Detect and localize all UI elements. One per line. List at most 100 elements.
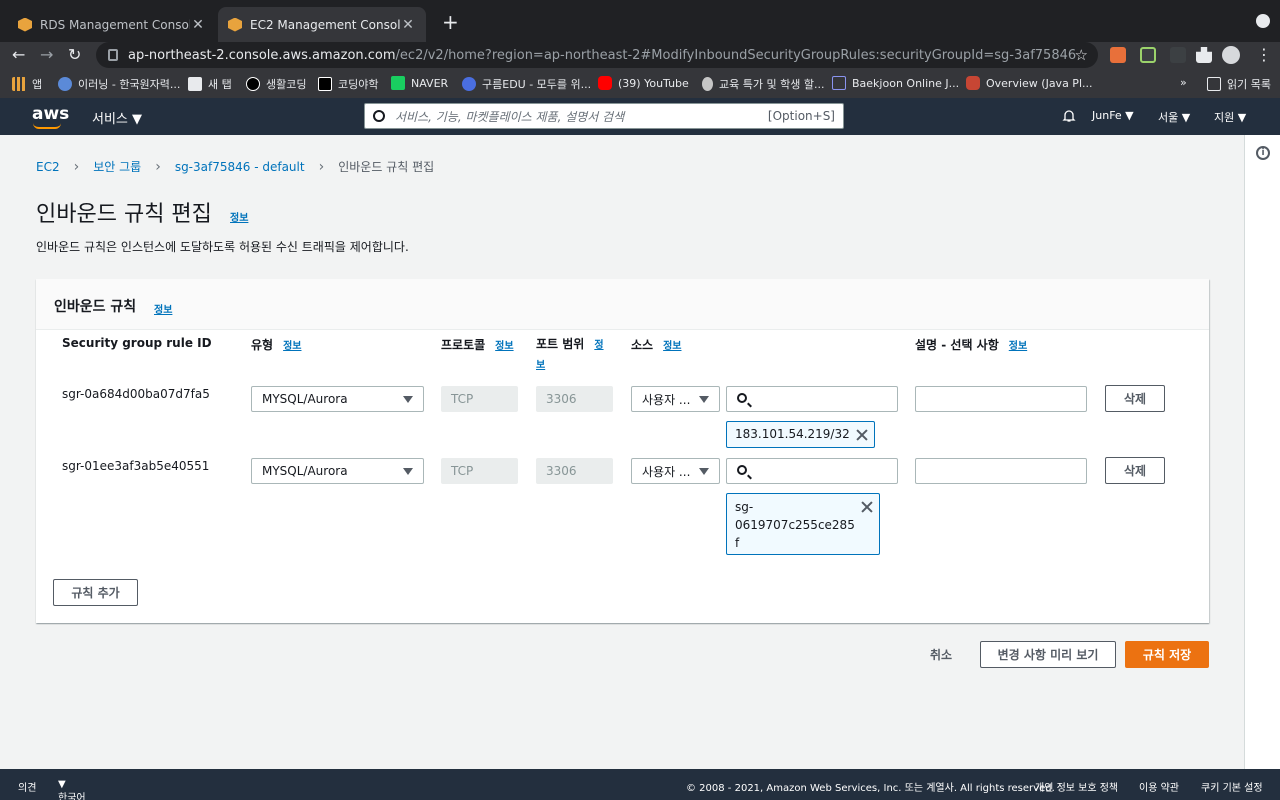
source-search-input[interactable] <box>726 458 898 484</box>
type-info-link[interactable]: 정보 <box>283 341 301 352</box>
port-range-field: 3306 <box>536 386 613 412</box>
container-header: 인바운드 규칙 정보 <box>36 279 1209 330</box>
bookmark-item[interactable]: 생활코딩 <box>246 76 306 92</box>
breadcrumb-security-group[interactable]: sg-3af75846 - default <box>175 160 305 174</box>
search-icon <box>737 465 747 475</box>
forward-icon[interactable]: → <box>40 45 53 64</box>
aws-logo[interactable]: aws <box>32 104 69 124</box>
apps-grid-icon <box>12 77 26 91</box>
cookie-preferences-link[interactable]: 쿠키 기본 설정 <box>1201 779 1263 794</box>
caret-down-icon: ▼ <box>132 112 143 127</box>
remove-token-icon[interactable] <box>861 501 873 513</box>
naver-icon <box>391 76 405 90</box>
close-icon[interactable]: ✕ <box>190 17 206 33</box>
browser-toolbar: ← → ↻ ap-northeast-2.console.aws.amazon.… <box>0 42 1280 70</box>
youtube-icon <box>598 76 612 90</box>
services-menu[interactable]: 서비스 ▼ <box>92 108 142 127</box>
type-select[interactable]: MYSQL/Aurora <box>251 458 424 484</box>
token-label-line: 0619707c255ce285 <box>735 518 855 532</box>
unified-search[interactable]: 서비스, 기능, 마켓플레이스 제품, 설명서 검색 [Option+S] <box>364 103 844 129</box>
bookmark-apps[interactable]: 앱 <box>12 76 42 92</box>
source-info-link[interactable]: 정보 <box>663 341 681 352</box>
bookmark-favicon-icon <box>246 77 260 91</box>
bookmark-item[interactable]: Baekjoon Online J... <box>832 76 959 90</box>
reading-list[interactable]: 읽기 목록 <box>1207 76 1271 92</box>
support-menu[interactable]: 지원 ▼ <box>1214 109 1246 125</box>
profile-avatar[interactable] <box>1222 46 1240 64</box>
bookmark-favicon-icon <box>462 77 476 91</box>
back-icon[interactable]: ← <box>12 45 25 64</box>
feedback-link[interactable]: 의견 <box>18 779 36 794</box>
description-input[interactable] <box>915 458 1087 484</box>
source-type-select[interactable]: 사용자 ... <box>631 458 720 484</box>
url-host: ap-northeast-2.console.aws.amazon.com <box>128 47 396 63</box>
source-token: sg- 0619707c255ce285 f <box>726 493 880 555</box>
extensions-puzzle-icon[interactable] <box>1196 47 1212 63</box>
delete-rule-button[interactable]: 삭제 <box>1105 457 1165 484</box>
bookmark-item[interactable]: 구름EDU - 모두를 위... <box>462 76 591 92</box>
privacy-link[interactable]: 개인 정보 보호 정책 <box>1035 779 1118 794</box>
breadcrumb-ec2[interactable]: EC2 <box>36 160 60 174</box>
column-header-type: 유형 정보 <box>251 338 302 352</box>
search-icon <box>373 110 385 122</box>
info-icon[interactable]: i <box>1256 146 1270 160</box>
source-type-select[interactable]: 사용자 ... <box>631 386 720 412</box>
close-icon[interactable]: ✕ <box>400 17 416 33</box>
language-selector[interactable]: 한국어 ▼ <box>58 779 86 800</box>
aws-cube-icon <box>18 17 32 32</box>
notifications-bell-icon[interactable] <box>1062 109 1076 123</box>
bookmark-item[interactable]: 교육 특가 및 학생 할... <box>702 76 824 92</box>
container-info-link[interactable]: 정보 <box>154 301 172 316</box>
cancel-button[interactable]: 취소 <box>930 646 952 663</box>
bookmark-item[interactable]: 새 탭 <box>188 76 232 92</box>
extension-icon[interactable] <box>1140 47 1156 63</box>
bookmarks-overflow[interactable]: » <box>1180 76 1187 89</box>
page-info-link[interactable]: 정보 <box>230 209 248 224</box>
reload-icon[interactable]: ↻ <box>68 45 81 64</box>
search-input[interactable]: 서비스, 기능, 마켓플레이스 제품, 설명서 검색 <box>395 108 768 125</box>
oracle-icon <box>966 76 980 90</box>
type-select[interactable]: MYSQL/Aurora <box>251 386 424 412</box>
add-rule-button[interactable]: 규칙 추가 <box>53 579 138 606</box>
extension-icon[interactable] <box>1110 47 1126 63</box>
bookmark-item[interactable]: NAVER <box>391 76 448 90</box>
source-search-input[interactable] <box>726 386 898 412</box>
bookmark-item[interactable]: 이러닝 - 한국원자력... <box>58 76 180 92</box>
region-menu[interactable]: 서울 ▼ <box>1158 109 1190 125</box>
delete-rule-button[interactable]: 삭제 <box>1105 385 1165 412</box>
new-tab-icon[interactable]: + <box>442 10 459 34</box>
column-header-port: 포트 범위 정보 <box>536 337 604 371</box>
tab-rds-console[interactable]: RDS Management Console ✕ <box>8 7 216 42</box>
bookmark-star-icon[interactable]: ☆ <box>1075 46 1088 64</box>
tab-search-icon[interactable] <box>1256 14 1270 28</box>
account-menu[interactable]: JunFe ▼ <box>1092 109 1134 122</box>
browser-tab-strip: RDS Management Console ✕ EC2 Management … <box>0 0 1280 42</box>
copyright: © 2008 - 2021, Amazon Web Services, Inc.… <box>686 783 1055 794</box>
description-input[interactable] <box>915 386 1087 412</box>
description-info-link[interactable]: 정보 <box>1009 341 1027 352</box>
inbound-rules-container: 인바운드 규칙 정보 Security group rule ID 유형 정보 프… <box>36 279 1209 623</box>
chevron-right-icon: › <box>73 158 80 175</box>
remove-token-icon[interactable] <box>856 429 868 441</box>
tab-title: EC2 Management Console <box>250 17 400 32</box>
bookmarks-bar: 앱 이러닝 - 한국원자력... 새 탭 생활코딩 코딩야학 NAVER 구름E… <box>0 70 1280 98</box>
extension-icon[interactable] <box>1170 47 1186 63</box>
tab-ec2-console[interactable]: EC2 Management Console ✕ <box>218 7 426 42</box>
folder-icon <box>188 77 202 91</box>
token-label-line: sg- <box>735 500 754 514</box>
protocol-field: TCP <box>441 458 518 484</box>
address-bar[interactable]: ap-northeast-2.console.aws.amazon.com/ec… <box>96 42 1098 68</box>
terms-link[interactable]: 이용 약관 <box>1139 779 1179 794</box>
caret-down-icon <box>699 396 709 403</box>
help-panel-rail: i <box>1244 135 1280 769</box>
protocol-info-link[interactable]: 정보 <box>495 341 513 352</box>
rule-id: sgr-0a684d00ba07d7fa5 <box>62 387 210 401</box>
browser-menu-icon[interactable]: ⋮ <box>1256 45 1272 64</box>
bookmark-item[interactable]: 코딩야학 <box>318 76 378 92</box>
bookmark-item[interactable]: Overview (Java Pl... <box>966 76 1093 90</box>
caret-down-icon <box>699 468 709 475</box>
breadcrumb-security-groups[interactable]: 보안 그룹 <box>93 158 141 175</box>
save-rules-button[interactable]: 규칙 저장 <box>1125 641 1209 668</box>
bookmark-item[interactable]: (39) YouTube <box>598 76 689 90</box>
preview-changes-button[interactable]: 변경 사항 미리 보기 <box>980 641 1116 668</box>
